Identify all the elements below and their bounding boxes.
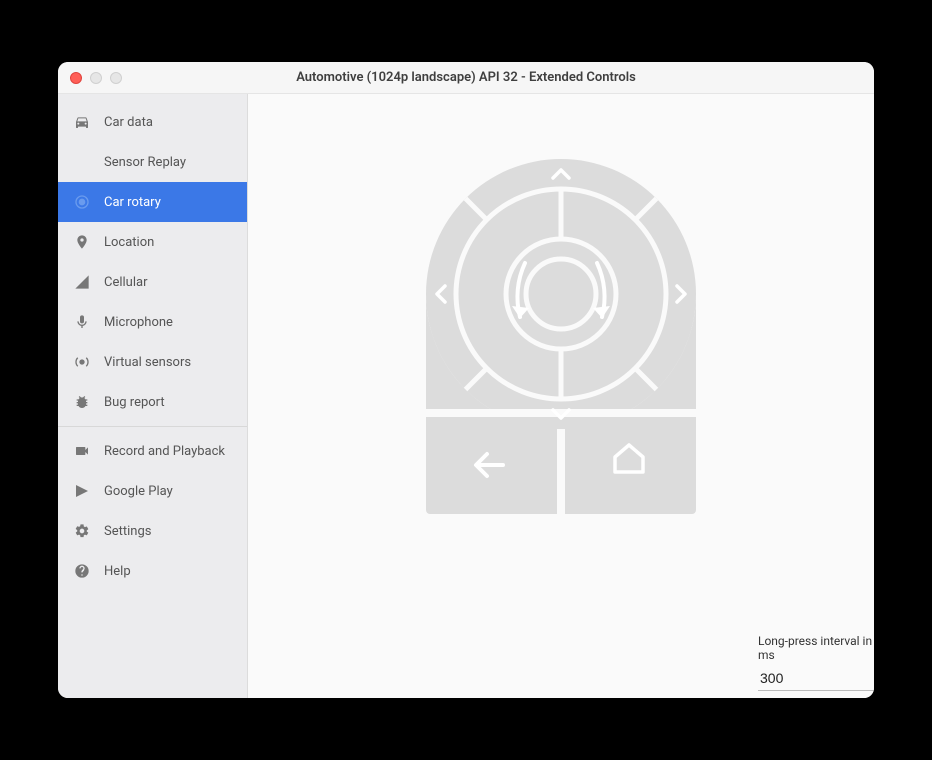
sidebar-item-label: Virtual sensors [104, 355, 191, 370]
window-close-button[interactable] [70, 72, 82, 84]
rotary-controller [421, 154, 701, 534]
sidebar-item-label: Location [104, 235, 154, 250]
pin-icon [74, 234, 90, 250]
sidebar-item-sensor-replay[interactable]: Sensor Replay [58, 142, 247, 182]
longpress-group: Long-press interval in ms [758, 634, 874, 691]
rotary-bottom-row [426, 417, 696, 514]
rotary-controller-svg [421, 154, 701, 534]
sidebar-item-label: Sensor Replay [104, 155, 186, 170]
rotary-icon [74, 194, 90, 210]
help-icon [74, 563, 90, 579]
window-title: Automotive (1024p landscape) API 32 - Ex… [70, 70, 862, 85]
sidebar-item-car-rotary[interactable]: Car rotary [58, 182, 247, 222]
car-icon [74, 114, 90, 130]
bug-icon [74, 394, 90, 410]
window-zoom-button[interactable] [110, 72, 122, 84]
sidebar: Car data Sensor Replay Car rotary Locati… [58, 94, 248, 698]
sidebar-item-label: Car data [104, 115, 153, 130]
sidebar-separator [58, 426, 247, 427]
rotary-home-button[interactable] [565, 417, 696, 514]
sidebar-item-label: Microphone [104, 315, 173, 330]
sidebar-item-label: Google Play [104, 484, 173, 499]
signal-icon [74, 274, 90, 290]
sidebar-item-settings[interactable]: Settings [58, 511, 247, 551]
record-icon [74, 443, 90, 459]
window-minimize-button[interactable] [90, 72, 102, 84]
sidebar-item-google-play[interactable]: Google Play [58, 471, 247, 511]
play-icon [74, 483, 90, 499]
titlebar: Automotive (1024p landscape) API 32 - Ex… [58, 62, 874, 94]
traffic-lights [70, 72, 122, 84]
sidebar-item-bug-report[interactable]: Bug report [58, 382, 247, 422]
gear-icon [74, 523, 90, 539]
sidebar-item-help[interactable]: Help [58, 551, 247, 591]
sidebar-item-label: Record and Playback [104, 444, 225, 459]
sidebar-item-virtual-sensors[interactable]: Virtual sensors [58, 342, 247, 382]
sidebar-item-cellular[interactable]: Cellular [58, 262, 247, 302]
sidebar-item-label: Cellular [104, 275, 147, 290]
sidebar-item-car-data[interactable]: Car data [58, 102, 247, 142]
longpress-label: Long-press interval in ms [758, 634, 874, 662]
sidebar-item-location[interactable]: Location [58, 222, 247, 262]
sidebar-item-label: Settings [104, 524, 151, 539]
blank-icon [74, 154, 90, 170]
window: Automotive (1024p landscape) API 32 - Ex… [58, 62, 874, 698]
sidebar-item-label: Car rotary [104, 195, 161, 210]
mic-icon [74, 314, 90, 330]
longpress-input[interactable] [758, 666, 874, 691]
sidebar-item-label: Bug report [104, 395, 165, 410]
sidebar-item-microphone[interactable]: Microphone [58, 302, 247, 342]
sidebar-item-record-playback[interactable]: Record and Playback [58, 431, 247, 471]
rotary-center-button[interactable] [528, 261, 594, 327]
body-row: Car data Sensor Replay Car rotary Locati… [58, 94, 874, 698]
main-panel: Long-press interval in ms [248, 94, 874, 698]
sensors-icon [74, 354, 90, 370]
sidebar-item-label: Help [104, 564, 131, 579]
